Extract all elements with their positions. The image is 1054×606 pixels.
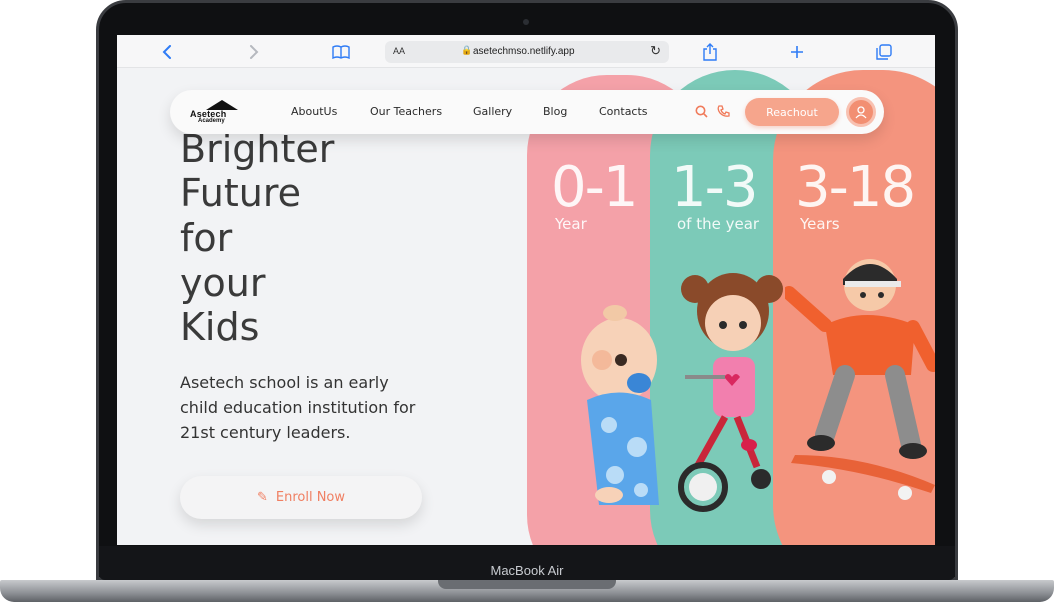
- address-bar[interactable]: AA 🔒 asetechmso.netlify.app ↻: [385, 41, 669, 63]
- chevron-right-icon[interactable]: [242, 40, 266, 64]
- enroll-now-button[interactable]: ✎ Enroll Now: [180, 476, 422, 519]
- main-navigation: Asetech Academy AboutUs Our Teachers Gal…: [170, 90, 884, 134]
- pencil-icon: ✎: [256, 490, 268, 505]
- baby-illustration: [581, 305, 659, 505]
- nav-link-teachers[interactable]: Our Teachers: [370, 105, 442, 118]
- boy-illustration: [785, 259, 935, 500]
- hero-headline-line: for: [180, 216, 233, 260]
- text-size-button[interactable]: AA: [393, 46, 405, 56]
- nav-link-contacts[interactable]: Contacts: [599, 105, 648, 118]
- age-range: 0-1: [551, 155, 638, 220]
- age-range: 3-18: [795, 155, 916, 220]
- reachout-button[interactable]: Reachout: [745, 98, 839, 126]
- age-label: of the year: [677, 215, 760, 233]
- search-icon[interactable]: [692, 102, 710, 120]
- hero-headline-line: Future: [180, 171, 302, 215]
- enroll-now-label: Enroll Now: [275, 490, 346, 505]
- age-range: 1-3: [671, 155, 758, 220]
- browser-toolbar: AA 🔒 asetechmso.netlify.app ↻: [117, 35, 935, 68]
- phone-icon[interactable]: [714, 102, 732, 120]
- age-label: Years: [800, 215, 840, 233]
- camera-icon: [523, 19, 529, 25]
- nav-link-about[interactable]: AboutUs: [291, 105, 337, 118]
- nav-link-gallery[interactable]: Gallery: [473, 105, 512, 118]
- hero-description-line: child education institution for: [180, 398, 416, 417]
- tabs-icon[interactable]: [872, 40, 896, 64]
- hero-headline-line: your: [180, 261, 266, 305]
- plus-icon[interactable]: [785, 40, 809, 64]
- chevron-left-icon[interactable]: [155, 40, 179, 64]
- url-text: asetechmso.netlify.app: [473, 46, 575, 57]
- age-label: Year: [555, 215, 587, 233]
- device-label: MacBook Air: [490, 563, 564, 578]
- girl-illustration: [678, 273, 783, 512]
- hero-headline-line: Brighter: [180, 127, 335, 171]
- laptop-notch: [438, 580, 616, 589]
- hero-headline-line: Kids: [180, 305, 260, 349]
- logo-subtext: Academy: [198, 118, 225, 124]
- user-icon[interactable]: [846, 97, 876, 127]
- reload-icon[interactable]: ↻: [650, 43, 661, 59]
- lock-icon: 🔒: [461, 45, 473, 55]
- screen: AA 🔒 asetechmso.netlify.app ↻ 0-1 Year 1…: [117, 35, 935, 545]
- book-icon[interactable]: [329, 40, 353, 64]
- share-icon[interactable]: [698, 40, 722, 64]
- nav-link-blog[interactable]: Blog: [543, 105, 567, 118]
- hero-description-line: Asetech school is an early: [180, 373, 389, 392]
- logo[interactable]: Asetech Academy: [190, 98, 252, 126]
- hero-description-line: 21st century leaders.: [180, 423, 351, 442]
